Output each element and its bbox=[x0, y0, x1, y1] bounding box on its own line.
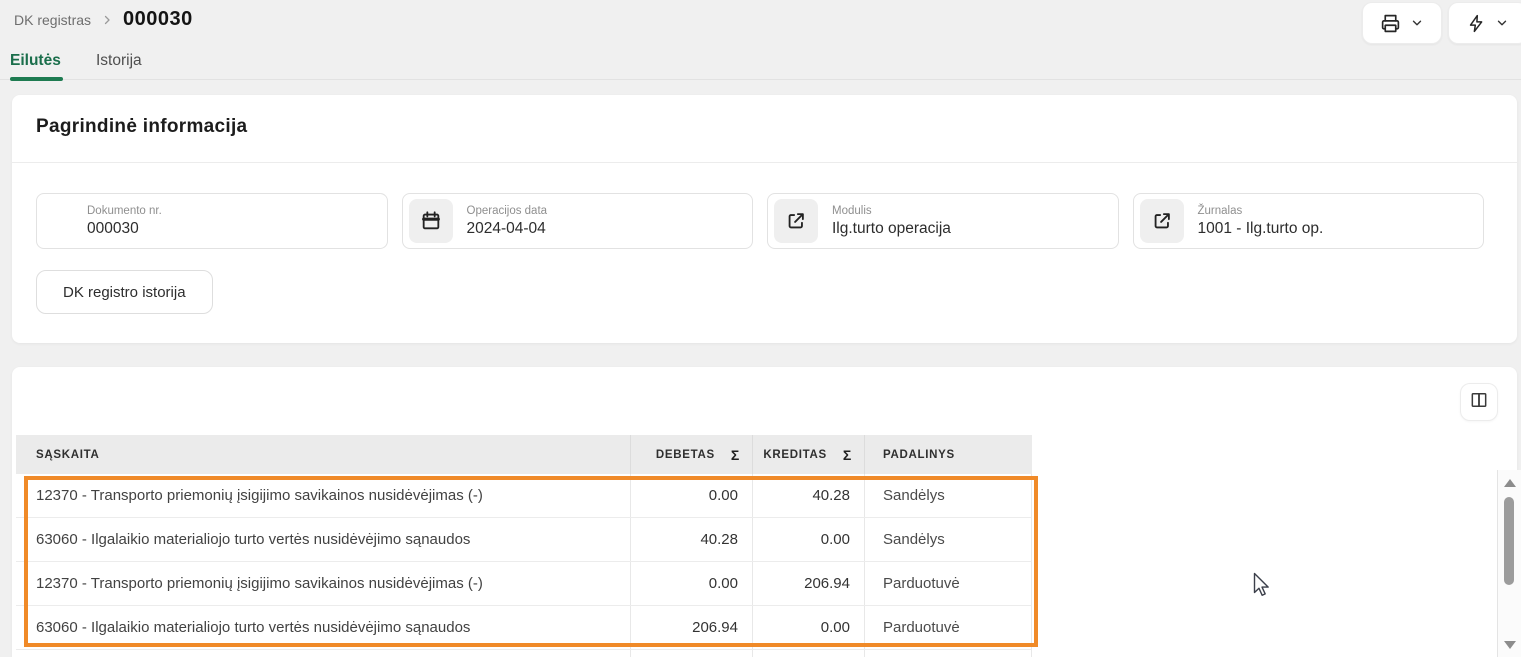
chevron-down-icon bbox=[1495, 16, 1509, 30]
sum-icon[interactable]: Σ bbox=[731, 447, 740, 463]
table-row-partial bbox=[16, 650, 1032, 657]
breadcrumb-parent-link[interactable]: DK registras bbox=[14, 12, 91, 28]
cell-padalinys: Parduotuvė bbox=[864, 606, 1032, 649]
field-label: Žurnalas bbox=[1198, 205, 1324, 217]
cell-padalinys: Sandėlys bbox=[864, 474, 1032, 517]
journal-field[interactable]: Žurnalas 1001 - Ilg.turto op. bbox=[1133, 193, 1485, 249]
scroll-up-arrow[interactable] bbox=[1504, 479, 1516, 487]
cell-empty bbox=[752, 650, 864, 657]
lines-table: SĄSKAITA DEBETAS Σ KREDITAS Σ PADALINYS … bbox=[16, 435, 1032, 657]
card-divider bbox=[12, 162, 1517, 163]
cell-saskaita: 12370 - Transporto priemonių įsigijimo s… bbox=[16, 474, 630, 517]
page-title: 000030 bbox=[123, 8, 193, 31]
cell-kreditas: 40.28 bbox=[752, 474, 864, 517]
actions-button[interactable] bbox=[1448, 2, 1521, 44]
document-number-field[interactable]: Dokumento nr. 000030 bbox=[36, 193, 388, 249]
calendar-icon bbox=[409, 199, 453, 243]
table-body: 12370 - Transporto priemonių įsigijimo s… bbox=[16, 474, 1032, 650]
tab-bar: Eilutės Istorija bbox=[0, 52, 1521, 81]
column-header-kreditas[interactable]: KREDITAS Σ bbox=[752, 435, 864, 474]
tab-eilutes[interactable]: Eilutės bbox=[10, 52, 61, 70]
column-header-label: DEBETAS bbox=[656, 449, 715, 461]
table-row[interactable]: 12370 - Transporto priemonių įsigijimo s… bbox=[16, 562, 1032, 606]
cell-empty bbox=[864, 650, 1032, 657]
fields-row: Dokumento nr. 000030 Operacijos data 202… bbox=[36, 193, 1484, 249]
cell-saskaita: 63060 - Ilgalaikio materialiojo turto ve… bbox=[16, 518, 630, 561]
table-row[interactable]: 63060 - Ilgalaikio materialiojo turto ve… bbox=[16, 518, 1032, 562]
cell-padalinys: Parduotuvė bbox=[864, 562, 1032, 605]
field-label: Dokumento nr. bbox=[87, 205, 162, 217]
table-row[interactable]: 12370 - Transporto priemonių įsigijimo s… bbox=[16, 474, 1032, 518]
cell-debetas: 40.28 bbox=[630, 518, 752, 561]
printer-icon bbox=[1380, 13, 1401, 34]
field-value: 000030 bbox=[87, 220, 162, 238]
table-header-row: SĄSKAITA DEBETAS Σ KREDITAS Σ PADALINYS bbox=[16, 435, 1032, 474]
page: DK registras 000030 Eilutės Istorija Pag… bbox=[0, 0, 1521, 657]
external-link-icon bbox=[1140, 199, 1184, 243]
column-header-debetas[interactable]: DEBETAS Σ bbox=[630, 435, 752, 474]
column-header-label: SĄSKAITA bbox=[36, 449, 100, 461]
cell-kreditas: 206.94 bbox=[752, 562, 864, 605]
column-header-padalinys[interactable]: PADALINYS bbox=[864, 435, 1032, 474]
columns-icon bbox=[1469, 390, 1489, 415]
cell-saskaita: 63060 - Ilgalaikio materialiojo turto ve… bbox=[16, 606, 630, 649]
tab-bar-divider bbox=[0, 79, 1521, 80]
sum-icon[interactable]: Σ bbox=[843, 447, 852, 463]
active-tab-underline bbox=[10, 77, 63, 81]
lines-card: SĄSKAITA DEBETAS Σ KREDITAS Σ PADALINYS … bbox=[12, 367, 1517, 657]
external-link-icon bbox=[774, 199, 818, 243]
field-value: 1001 - Ilg.turto op. bbox=[1198, 220, 1324, 238]
table-row[interactable]: 63060 - Ilgalaikio materialiojo turto ve… bbox=[16, 606, 1032, 650]
cell-padalinys: Sandėlys bbox=[864, 518, 1032, 561]
column-settings-button[interactable] bbox=[1460, 383, 1498, 421]
vertical-scrollbar[interactable] bbox=[1497, 470, 1521, 657]
info-card-title: Pagrindinė informacija bbox=[36, 116, 247, 138]
field-value: Ilg.turto operacija bbox=[832, 220, 951, 238]
print-button[interactable] bbox=[1362, 2, 1442, 44]
scrollbar-thumb[interactable] bbox=[1504, 497, 1514, 585]
chevron-right-icon bbox=[101, 14, 113, 26]
cell-kreditas: 0.00 bbox=[752, 518, 864, 561]
breadcrumb: DK registras 000030 bbox=[14, 8, 193, 31]
column-header-saskaita[interactable]: SĄSKAITA bbox=[16, 435, 630, 474]
cell-debetas: 0.00 bbox=[630, 562, 752, 605]
column-header-label: PADALINYS bbox=[883, 449, 955, 461]
info-card: Pagrindinė informacija Dokumento nr. 000… bbox=[12, 95, 1517, 343]
cell-kreditas: 0.00 bbox=[752, 606, 864, 649]
module-field[interactable]: Modulis Ilg.turto operacija bbox=[767, 193, 1119, 249]
tab-istorija[interactable]: Istorija bbox=[96, 52, 142, 70]
cell-empty bbox=[630, 650, 752, 657]
cell-empty bbox=[16, 650, 630, 657]
field-label: Operacijos data bbox=[467, 205, 548, 217]
column-header-label: KREDITAS bbox=[763, 449, 827, 461]
cell-debetas: 206.94 bbox=[630, 606, 752, 649]
operation-date-field[interactable]: Operacijos data 2024-04-04 bbox=[402, 193, 754, 249]
chevron-down-icon bbox=[1410, 16, 1424, 30]
zap-icon bbox=[1467, 14, 1486, 33]
cell-saskaita: 12370 - Transporto priemonių įsigijimo s… bbox=[16, 562, 630, 605]
scroll-down-arrow[interactable] bbox=[1504, 641, 1516, 649]
field-value: 2024-04-04 bbox=[467, 220, 548, 238]
cell-debetas: 0.00 bbox=[630, 474, 752, 517]
dk-register-history-button[interactable]: DK registro istorija bbox=[36, 270, 213, 314]
field-label: Modulis bbox=[832, 205, 951, 217]
